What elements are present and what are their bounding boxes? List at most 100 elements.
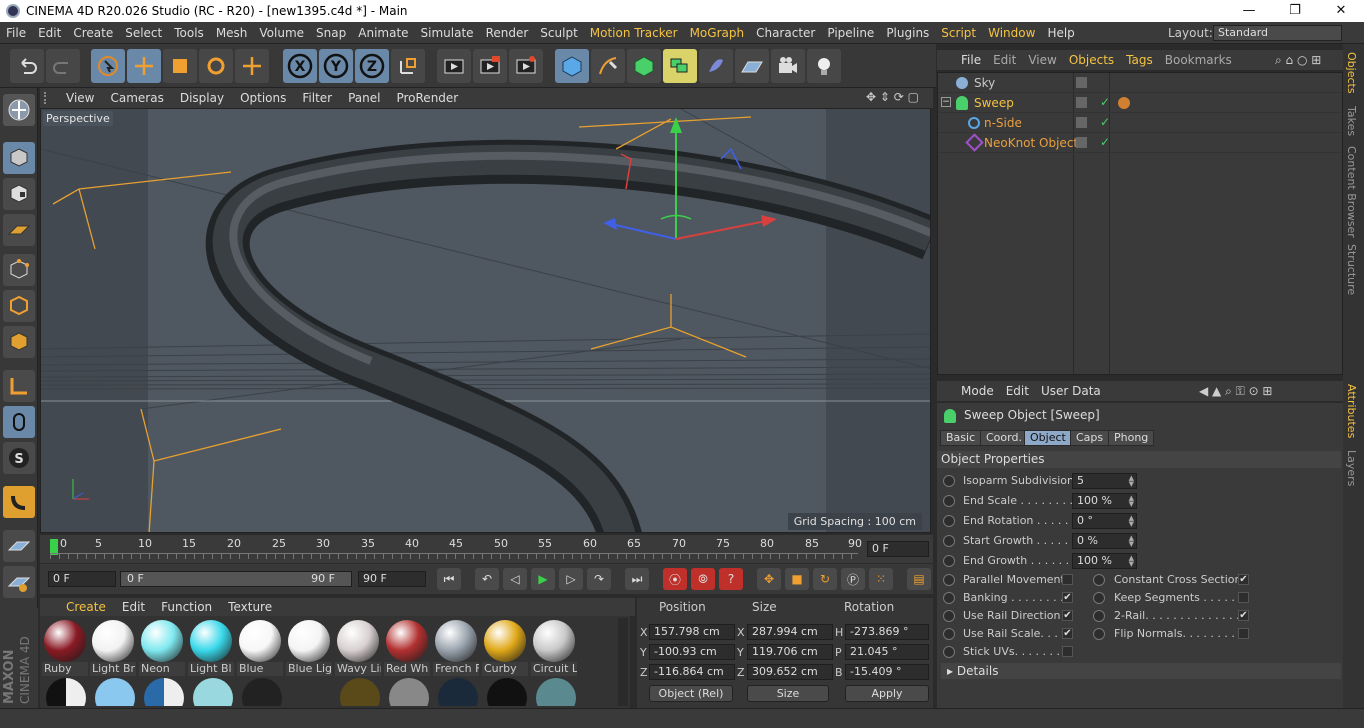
material-ruby[interactable]: Ruby: [42, 618, 88, 676]
menu-snap[interactable]: Snap: [310, 22, 352, 44]
previous-key-icon[interactable]: ↶: [475, 568, 499, 590]
animate-radio[interactable]: [943, 555, 955, 567]
planar-workplane-icon[interactable]: [3, 566, 35, 598]
rotation-b-field[interactable]: -15.409 °: [845, 664, 929, 680]
tab-basic[interactable]: Basic: [940, 430, 982, 446]
viewport-menu-display[interactable]: Display: [172, 88, 232, 108]
animate-radio[interactable]: [943, 610, 955, 622]
objects-menu-objects[interactable]: Objects: [1063, 50, 1120, 70]
animate-radio[interactable]: [943, 628, 955, 640]
material-menu-edit[interactable]: Edit: [114, 598, 153, 616]
menu-mesh[interactable]: Mesh: [210, 22, 254, 44]
objects-menu-file[interactable]: File: [955, 50, 987, 70]
phong-tag-icon[interactable]: [1118, 97, 1130, 109]
tab-phong[interactable]: Phong: [1108, 430, 1155, 446]
end-frame-field[interactable]: 90 F: [358, 571, 426, 587]
viewport-nav-icons[interactable]: ✥ ⇕ ⟳ ▢: [866, 90, 919, 104]
workplane-mode-icon[interactable]: [3, 214, 35, 246]
end-growth-field[interactable]: 100 % ▲ ▼: [1072, 553, 1137, 569]
enabled-check-icon[interactable]: ✓: [1100, 135, 1110, 149]
menu-tools[interactable]: Tools: [168, 22, 210, 44]
viewport-menu-filter[interactable]: Filter: [294, 88, 340, 108]
spinner-icon[interactable]: ▲ ▼: [1129, 495, 1134, 508]
pen-spline-icon[interactable]: [591, 49, 625, 83]
key-rotation-icon[interactable]: ↻: [813, 568, 837, 590]
spinner-icon[interactable]: ▲ ▼: [1129, 475, 1134, 488]
workplane-lock-icon[interactable]: [3, 530, 35, 562]
stick-uvs-checkbox[interactable]: [1062, 646, 1073, 657]
menu-plugins[interactable]: Plugins: [880, 22, 935, 44]
size-y-field[interactable]: 119.706 cm: [747, 644, 833, 660]
undo-icon[interactable]: [10, 49, 44, 83]
floor-scene-icon[interactable]: [735, 49, 769, 83]
details-section[interactable]: ▸ Details: [941, 663, 1341, 679]
viewport-menu-cameras[interactable]: Cameras: [102, 88, 171, 108]
previous-frame-icon[interactable]: ◁: [503, 568, 527, 590]
minimize-button[interactable]: —: [1226, 0, 1272, 22]
rotate-tool-icon[interactable]: [199, 49, 233, 83]
animate-radio[interactable]: [943, 646, 955, 658]
menu-render[interactable]: Render: [480, 22, 535, 44]
menu-character[interactable]: Character: [750, 22, 821, 44]
tab-coord[interactable]: Coord.: [980, 430, 1028, 446]
rotation-p-field[interactable]: 21.045 °: [845, 644, 929, 660]
cube-primitive-icon[interactable]: [555, 49, 589, 83]
animate-radio[interactable]: [1093, 628, 1105, 640]
tweak-mode-icon[interactable]: [3, 406, 35, 438]
tab-objects[interactable]: Objects: [1345, 52, 1358, 94]
solo-mode-icon[interactable]: S: [3, 442, 35, 474]
viewport-3d[interactable]: Perspective Grid Spacing : 100 cm: [40, 108, 931, 533]
collapse-icon[interactable]: −: [941, 97, 951, 107]
animate-radio[interactable]: [1093, 592, 1105, 604]
editor-visibility-icon[interactable]: [1076, 97, 1087, 108]
attributes-menu-user-data[interactable]: User Data: [1035, 381, 1107, 401]
tab-content-browser[interactable]: Content Browser: [1345, 146, 1358, 238]
animate-radio[interactable]: [943, 574, 955, 586]
animate-radio[interactable]: [943, 515, 955, 527]
spinner-icon[interactable]: ▲ ▼: [1129, 515, 1134, 528]
points-mode-icon[interactable]: [3, 254, 35, 286]
key-parameter-icon[interactable]: Ⓟ: [841, 568, 865, 590]
keep-segments-checkbox[interactable]: [1238, 592, 1249, 603]
two-rail-checkbox[interactable]: ✔: [1238, 610, 1249, 621]
viewport-menu-options[interactable]: Options: [232, 88, 294, 108]
material-row-2[interactable]: [42, 678, 582, 706]
scale-tool-icon[interactable]: [163, 49, 197, 83]
position-z-field[interactable]: -116.864 cm: [649, 664, 735, 680]
tab-structure[interactable]: Structure: [1345, 244, 1358, 295]
animate-radio[interactable]: [943, 592, 955, 604]
frame-range-slider[interactable]: 0 F 90 F: [120, 571, 352, 587]
material-menu-create[interactable]: Create: [58, 598, 114, 616]
keyframe-selection-icon[interactable]: ?: [719, 568, 743, 590]
end-scale-field[interactable]: 100 % ▲ ▼: [1072, 493, 1137, 509]
attributes-menu-edit[interactable]: Edit: [1000, 381, 1035, 401]
render-to-picture-viewer-icon[interactable]: [473, 49, 507, 83]
material-red-white[interactable]: Red Wh: [384, 618, 430, 676]
object-row-n-side[interactable]: n-Side ✓: [938, 113, 1342, 133]
polygons-mode-icon[interactable]: [3, 326, 35, 358]
constant-cross-section-checkbox[interactable]: ✔: [1238, 574, 1249, 585]
editor-visibility-icon[interactable]: [1076, 77, 1087, 88]
coordinate-system-icon[interactable]: [391, 49, 425, 83]
material-menu-function[interactable]: Function: [153, 598, 220, 616]
menu-pipeline[interactable]: Pipeline: [821, 22, 880, 44]
viewport-menu-panel[interactable]: Panel: [340, 88, 388, 108]
material-blue-light[interactable]: Blue Lig: [286, 618, 332, 676]
texture-mode-icon[interactable]: [3, 178, 35, 210]
close-button[interactable]: ✕: [1318, 0, 1364, 22]
tab-attributes[interactable]: Attributes: [1345, 384, 1358, 438]
menu-window[interactable]: Window: [982, 22, 1041, 44]
material-circuit[interactable]: Circuit L: [531, 618, 577, 676]
objects-menu-tags[interactable]: Tags: [1120, 50, 1159, 70]
snapping-icon[interactable]: [3, 486, 35, 518]
material-blue[interactable]: Blue: [237, 618, 283, 676]
material-curby[interactable]: Curby: [482, 618, 528, 676]
use-rail-scale-checkbox[interactable]: ✔: [1062, 628, 1073, 639]
start-growth-field[interactable]: 0 % ▲ ▼: [1072, 533, 1137, 549]
menu-script[interactable]: Script: [935, 22, 982, 44]
menu-animate[interactable]: Animate: [352, 22, 414, 44]
tab-object[interactable]: Object: [1024, 430, 1072, 446]
model-mode-icon[interactable]: [3, 142, 35, 174]
banking-checkbox[interactable]: ✔: [1062, 592, 1073, 603]
menu-simulate[interactable]: Simulate: [415, 22, 480, 44]
